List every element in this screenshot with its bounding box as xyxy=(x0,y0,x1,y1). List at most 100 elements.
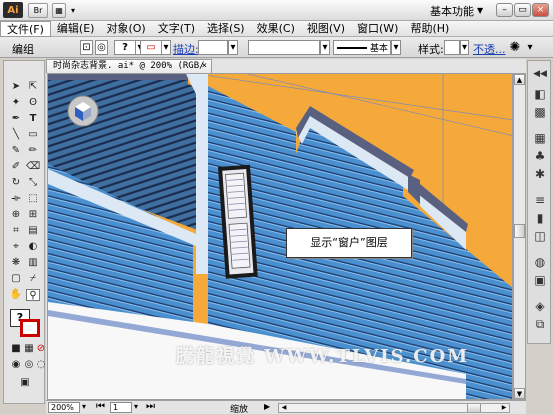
menu-view[interactable]: 视图(V) xyxy=(301,21,351,37)
brushes-panel-icon[interactable]: ✱ xyxy=(532,167,548,181)
gradient-tool-icon[interactable]: ▤ xyxy=(26,225,40,237)
symbols-panel-icon[interactable]: ♣ xyxy=(532,149,548,163)
type-tool-icon[interactable]: T xyxy=(26,113,40,125)
stroke-panel-icon[interactable]: ≡ xyxy=(532,193,548,207)
draw-normal-icon[interactable]: ◉ xyxy=(9,359,23,371)
width-tool-icon[interactable]: ⟛ xyxy=(9,193,23,205)
opacity-label[interactable]: 不透... xyxy=(473,41,506,57)
close-tab-icon[interactable]: × xyxy=(202,60,207,73)
recolor-dropdown-icon[interactable]: ▾ xyxy=(525,40,535,55)
selection-tool-icon[interactable]: ➤ xyxy=(9,81,23,93)
first-artboard-icon[interactable]: ⏮ xyxy=(96,401,105,412)
scale-tool-icon[interactable]: ⤡ xyxy=(26,177,40,189)
last-artboard-icon[interactable]: ⏭ xyxy=(146,401,155,412)
zoom-dropdown-icon[interactable]: ▾ xyxy=(82,402,86,411)
menu-type[interactable]: 文字(T) xyxy=(152,21,201,37)
pen-tool-icon[interactable]: ✒ xyxy=(9,113,23,125)
stroke-color-swatch[interactable] xyxy=(20,319,40,337)
zoom-tool-icon[interactable]: ⚲ xyxy=(26,289,40,301)
color-mode-icon[interactable]: ■ xyxy=(9,343,23,355)
callout-label: 显示“窗户”图层 xyxy=(286,228,412,258)
artboard-tool-icon[interactable]: ▢ xyxy=(9,273,23,285)
minimize-button[interactable]: – xyxy=(496,3,513,17)
column-graph-tool-icon[interactable]: ▥ xyxy=(26,257,40,269)
stroke-dropdown-icon[interactable]: ▾ xyxy=(162,40,171,55)
status-text: 缩放 xyxy=(230,405,249,415)
hand-tool-icon[interactable]: ✋ xyxy=(9,289,23,301)
appearance-panel-icon[interactable]: ◍ xyxy=(532,255,548,269)
graphic-styles-panel-icon[interactable]: ▣ xyxy=(532,273,548,287)
perspective-grid-tool-icon[interactable]: ⊞ xyxy=(26,209,40,221)
transparency-panel-icon[interactable]: ◫ xyxy=(532,229,548,243)
rectangle-tool-icon[interactable]: ▭ xyxy=(26,129,40,141)
isolate-mode-icon[interactable]: ◎ xyxy=(95,40,108,55)
menu-help[interactable]: 帮助(H) xyxy=(404,21,455,37)
brush-dropdown-icon[interactable]: ▾ xyxy=(391,40,401,55)
shape-builder-tool-icon[interactable]: ⊕ xyxy=(9,209,23,221)
document-tab[interactable]: 时尚杂志背景. ai* @ 200% (RGB/预览) × xyxy=(46,59,212,84)
menu-edit[interactable]: 编辑(E) xyxy=(51,21,101,37)
menu-object[interactable]: 对象(O) xyxy=(100,21,151,37)
stroke-weight-label[interactable]: 描边: xyxy=(173,41,199,57)
horizontal-scroll-thumb[interactable] xyxy=(467,404,481,412)
direct-selection-tool-icon[interactable]: ⇱ xyxy=(26,81,40,93)
stroke-swatch[interactable]: ▭ xyxy=(140,40,162,55)
swatches-panel-icon[interactable]: ▦ xyxy=(532,131,548,145)
menu-select[interactable]: 选择(S) xyxy=(201,21,251,37)
free-transform-tool-icon[interactable]: ⬚ xyxy=(26,193,40,205)
menu-effect[interactable]: 效果(C) xyxy=(251,21,301,37)
fill-swatch[interactable]: ? xyxy=(114,40,136,55)
arrange-documents-button[interactable]: ▦ xyxy=(52,3,66,18)
lasso-tool-icon[interactable]: ʘ xyxy=(26,97,40,109)
rotate-tool-icon[interactable]: ↻ xyxy=(9,177,23,189)
magic-wand-tool-icon[interactable]: ✦ xyxy=(9,97,23,109)
restore-button[interactable]: ▭ xyxy=(514,3,531,17)
status-menu-icon[interactable]: ▶ xyxy=(264,402,270,411)
blob-brush-tool-icon[interactable]: ✐ xyxy=(9,161,23,173)
horizontal-scrollbar[interactable]: ◀ ▶ xyxy=(278,403,510,413)
scroll-thumb[interactable] xyxy=(514,224,525,238)
menu-window[interactable]: 窗口(W) xyxy=(351,21,404,37)
scroll-up-icon[interactable]: ▲ xyxy=(514,74,525,85)
eraser-tool-icon[interactable]: ⌫ xyxy=(26,161,40,173)
graphic-style-swatch[interactable] xyxy=(444,40,460,55)
variable-width-profile[interactable] xyxy=(248,40,320,55)
line-tool-icon[interactable]: ╲ xyxy=(9,129,23,141)
artboard-number-field[interactable]: 1 xyxy=(110,402,132,413)
vertical-scrollbar[interactable]: ▲ ▼ xyxy=(513,73,526,400)
pencil-tool-icon[interactable]: ✏ xyxy=(26,145,40,157)
zoom-field[interactable]: 200% xyxy=(48,402,80,413)
blend-tool-icon[interactable]: ◐ xyxy=(26,241,40,253)
menu-file[interactable]: 文件(F) xyxy=(0,21,51,37)
brush-style-label: 基本 xyxy=(370,44,389,54)
control-bar: 编组 ⊡ ◎ ? ▾ ▭ ▾ 描边: ▾ ▾ 基本 ▾ 样式: ▾ 不透... … xyxy=(0,37,553,58)
eyedropper-tool-icon[interactable]: ⌖ xyxy=(9,241,23,253)
artboard-canvas[interactable]: 显示“窗户”图层 騰龍視覺 WWW.TLVIS.COM xyxy=(47,73,513,400)
paintbrush-tool-icon[interactable]: ✎ xyxy=(9,145,23,157)
bridge-button[interactable]: Br xyxy=(28,3,48,18)
scroll-right-icon[interactable]: ▶ xyxy=(499,404,509,412)
gradient-panel-icon[interactable]: ▮ xyxy=(532,211,548,225)
layers-panel-icon[interactable]: ◈ xyxy=(532,299,548,313)
artboards-panel-icon[interactable]: ⧉ xyxy=(532,317,548,331)
scroll-left-icon[interactable]: ◀ xyxy=(279,404,289,412)
collapse-panels-icon[interactable]: ◀◀ xyxy=(532,67,548,81)
stroke-weight-input[interactable] xyxy=(198,40,228,55)
isolate-group-icon[interactable]: ⊡ xyxy=(80,40,93,55)
workspace-switcher[interactable]: 基本功能 ▼ xyxy=(430,3,492,18)
variable-width-dropdown-icon[interactable]: ▾ xyxy=(320,40,330,55)
recolor-artwork-icon[interactable]: ✺ xyxy=(506,40,524,55)
screen-mode-icon[interactable]: ▣ xyxy=(16,377,34,389)
symbol-sprayer-tool-icon[interactable]: ❋ xyxy=(9,257,23,269)
arrange-dropdown-icon[interactable]: ▾ xyxy=(68,3,78,18)
scroll-down-icon[interactable]: ▼ xyxy=(514,388,525,399)
mesh-tool-icon[interactable]: ⌗ xyxy=(9,225,23,237)
brush-definition[interactable]: 基本 xyxy=(333,40,391,55)
graphic-style-dropdown-icon[interactable]: ▾ xyxy=(460,40,469,55)
color-panel-icon[interactable]: ◧ xyxy=(532,87,548,101)
artboard-dropdown-icon[interactable]: ▾ xyxy=(134,402,138,411)
color-guide-icon[interactable]: ▩ xyxy=(532,105,548,119)
close-button[interactable]: × xyxy=(532,3,549,17)
slice-tool-icon[interactable]: ⌿ xyxy=(26,273,40,285)
stroke-weight-dropdown-icon[interactable]: ▾ xyxy=(228,40,238,55)
